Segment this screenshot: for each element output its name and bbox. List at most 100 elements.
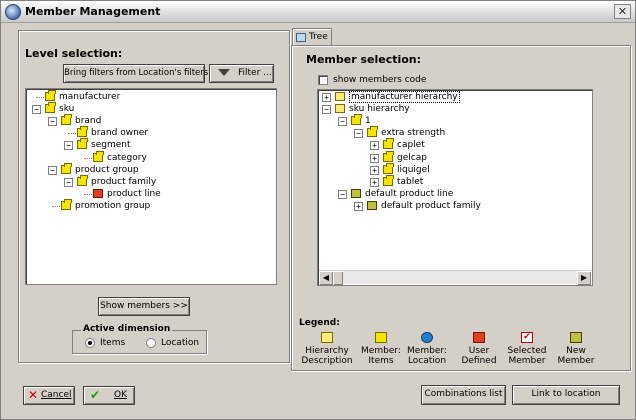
scroll-thumb[interactable] [333, 271, 343, 285]
new-member-icon [367, 200, 377, 210]
expand-icon[interactable]: + [370, 153, 379, 163]
expand-icon[interactable]: + [370, 165, 379, 175]
cancel-button[interactable]: ✕ Cancel [23, 386, 75, 405]
level-icon [383, 174, 394, 186]
expand-icon[interactable]: + [370, 141, 379, 151]
scroll-right-arrow[interactable]: ▶ [577, 271, 591, 285]
tree-node-label: product family [91, 176, 157, 187]
tree-node[interactable]: − extra strength [318, 126, 592, 139]
level-icon [383, 162, 394, 174]
collapse-icon[interactable]: − [32, 105, 41, 115]
tree-node[interactable]: brand owner [26, 126, 276, 139]
tree-node[interactable]: −1 [318, 114, 592, 127]
collapse-icon[interactable]: − [48, 165, 57, 175]
show-code-checkbox[interactable] [318, 75, 328, 85]
ok-check-icon: ✔ [90, 388, 101, 402]
tree-node[interactable]: promotion group [26, 198, 276, 212]
user-defined-icon [93, 188, 103, 198]
tree-node[interactable]: + default product family [318, 200, 592, 212]
level-icon [351, 114, 362, 126]
tree-node[interactable]: − default product line [318, 188, 592, 200]
filter-button[interactable]: Filter ... [209, 64, 274, 83]
location-radio-label: Location [161, 338, 200, 348]
funnel-icon [218, 69, 230, 76]
tree-node-label: default product family [381, 200, 481, 211]
legend-line2: Description [301, 356, 353, 366]
active-dimension-label: Active dimension [81, 324, 173, 334]
tree-node-label: default product line [365, 188, 454, 199]
tree-node-label: product line [107, 188, 161, 199]
level-icon [383, 138, 394, 150]
member-tree-scrollbar[interactable]: ◀ ▶ [319, 270, 591, 285]
tree-node-label: category [107, 152, 147, 163]
location-radio[interactable] [146, 338, 156, 348]
tree-node[interactable]: + tablet [318, 174, 592, 188]
folder-icon [335, 104, 345, 114]
tab-tree[interactable]: Tree [292, 28, 332, 46]
expand-icon[interactable]: + [370, 177, 379, 187]
level-icon [367, 126, 378, 138]
tree-node-label: brand owner [91, 128, 149, 139]
member-tree[interactable]: ◀ ▶ + manufacturer hierarchy − sku hierarch… [317, 89, 593, 286]
cancel-x-icon: ✕ [28, 388, 39, 402]
checkmark-icon: ✔ [521, 332, 533, 343]
level-tree[interactable]: manufacturer − sku − brand brand owner − segmen… [25, 88, 277, 285]
tree-node[interactable]: − segment [26, 138, 276, 151]
collapse-icon[interactable]: − [354, 129, 363, 139]
tree-node[interactable]: + manufacturer hierarchy [318, 91, 592, 103]
cancel-label: Cancel [41, 390, 72, 400]
level-icon [77, 138, 88, 150]
expand-icon[interactable]: + [322, 93, 331, 102]
items-radio[interactable] [85, 338, 95, 348]
item-icon [375, 332, 387, 343]
legend-line2: Location [407, 356, 447, 366]
tree-node-label: manufacturer hierarchy [349, 91, 460, 103]
link-to-location-button[interactable]: Link to location [512, 385, 620, 405]
title-bar: Member Management ✕ [1, 1, 635, 23]
tree-node-label: caplet [397, 140, 425, 151]
collapse-icon[interactable]: − [64, 141, 73, 151]
filter-button-label: Filter ... [238, 68, 272, 78]
level-icon [383, 150, 394, 162]
level-icon [61, 198, 72, 210]
collapse-icon[interactable]: − [338, 189, 347, 199]
tree-node[interactable]: − product group [26, 162, 276, 176]
ok-button[interactable]: ✔ OK [83, 386, 135, 405]
tree-node-label: tablet [397, 176, 424, 187]
bring-filters-button[interactable]: Bring filters from Location's filters [63, 64, 208, 83]
legend-line1: New [566, 346, 586, 356]
app-icon [5, 4, 21, 20]
show-code-label: show members code [333, 75, 427, 85]
scroll-left-arrow[interactable]: ◀ [319, 271, 333, 285]
member-selection-label: Member selection: [306, 53, 422, 66]
collapse-icon[interactable]: − [48, 117, 57, 127]
collapse-icon[interactable]: − [338, 117, 347, 127]
tree-node[interactable]: − brand [26, 114, 276, 127]
close-button[interactable]: ✕ [614, 4, 631, 19]
legend-line2: Member [557, 356, 595, 366]
legend-item: Member: Location [397, 332, 457, 366]
collapse-icon[interactable]: − [64, 177, 73, 187]
new-member-icon [570, 332, 582, 343]
new-member-icon [351, 188, 361, 198]
level-icon [61, 114, 72, 126]
level-icon [61, 162, 72, 174]
member-management-window: Member Management ✕ Level selection: Bri… [0, 0, 636, 420]
level-icon [45, 90, 56, 101]
level-icon [77, 126, 88, 138]
collapse-icon[interactable]: − [322, 105, 331, 115]
expand-icon[interactable]: + [354, 201, 363, 211]
show-members-button[interactable]: Show members >> [98, 297, 190, 316]
tree-node[interactable]: + gelcap [318, 150, 592, 164]
ok-label: OK [114, 390, 127, 400]
combinations-list-button[interactable]: Combinations list [421, 385, 506, 405]
legend-item: New Member [546, 332, 606, 366]
folder-icon [335, 92, 345, 101]
tree-node[interactable]: + liquigel [318, 162, 592, 176]
tree-node[interactable]: + caplet [318, 138, 592, 151]
level-selection-label: Level selection: [25, 47, 123, 60]
tree-node[interactable]: − product family [26, 174, 276, 188]
tree-node[interactable]: manufacturer [26, 90, 276, 103]
tree-node-label: manufacturer [59, 92, 121, 102]
tree-tab-icon [296, 33, 306, 42]
